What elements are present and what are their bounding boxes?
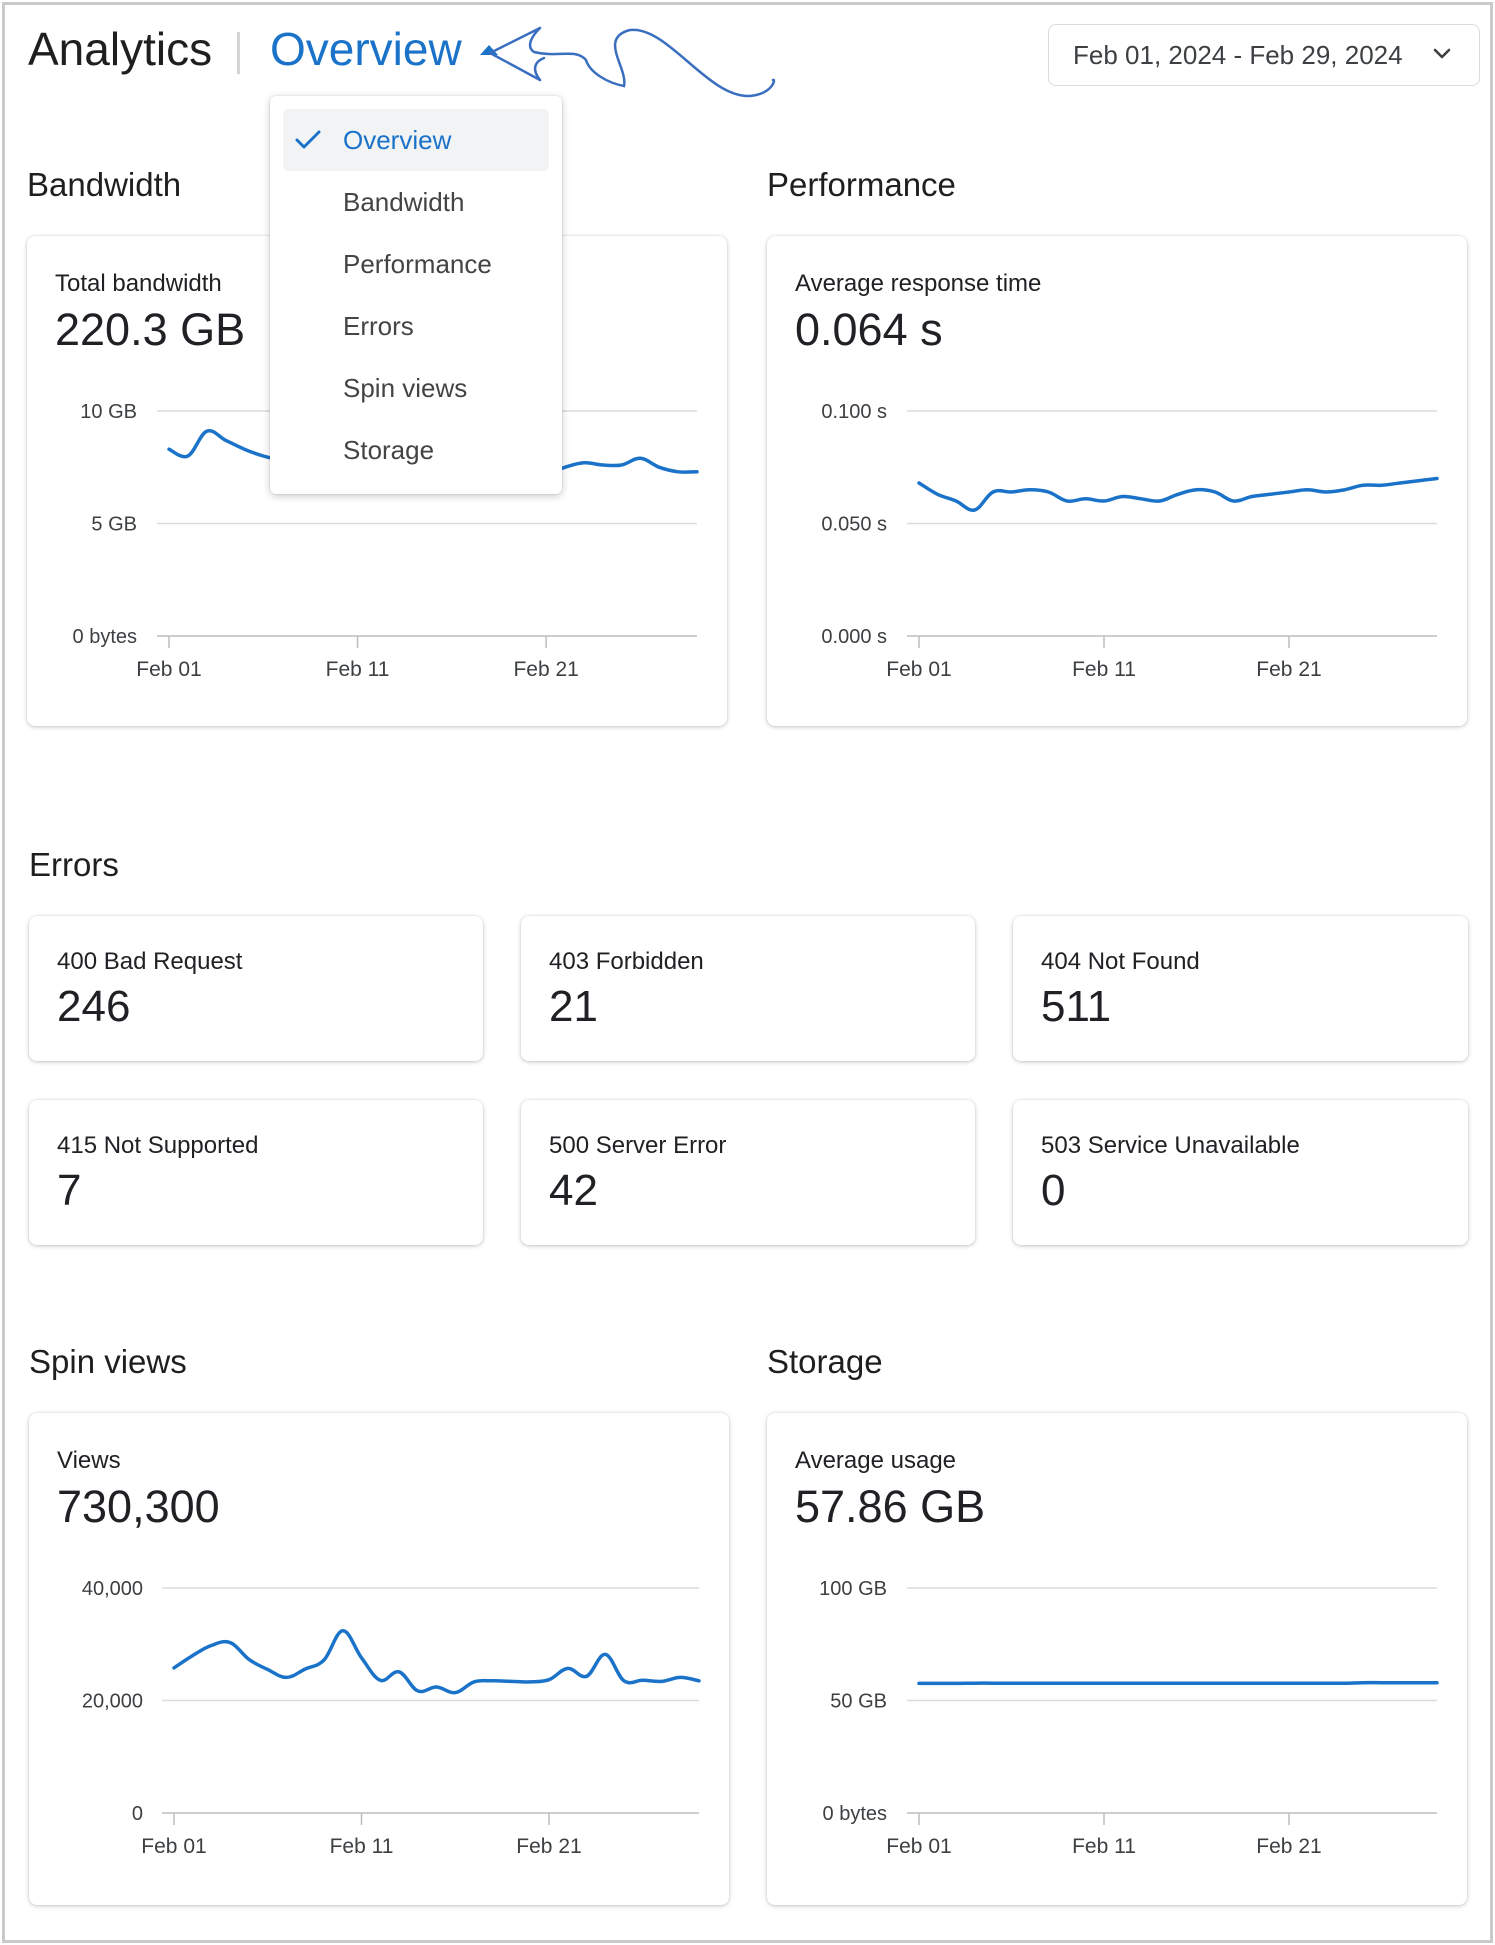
error-count: 0 [1041,1166,1066,1215]
y-tick-label: 0 bytes [73,626,137,648]
y-tick-label: 0 bytes [823,1803,887,1825]
analytics-page: Analytics Overview Feb 01, 2024 - Feb 29… [0,0,1495,1945]
chevron-down-icon [1433,48,1451,59]
error-count: 246 [57,982,131,1031]
y-tick-label: 100 GB [819,1578,887,1600]
error-label: 415 Not Supported [57,1132,259,1159]
x-tick-label: Feb 21 [1256,1835,1321,1858]
spin-views-card: Views 730,300 0 20,000 40,000 Feb 01 Feb 11 F… [29,1413,729,1905]
y-tick-label: 50 GB [830,1691,887,1713]
y-tick-label: 0.100 s [821,401,887,423]
annotation-arrow-icon [488,26,776,98]
x-tick-label: Feb 21 [1256,658,1321,681]
dropdown-item-label: Storage [343,434,435,465]
series-line [917,476,1439,512]
y-tick-label: 0.050 s [821,514,887,536]
check-icon [295,130,321,149]
section-title-spin-views: Spin views [29,1343,187,1380]
error-card-404: 404 Not Found 511 [1013,916,1468,1061]
error-card-415: 415 Not Supported 7 [29,1100,483,1245]
dropdown-item-label: Spin views [343,372,468,403]
series-line [917,1680,1439,1686]
x-tick-label: Feb 11 [1072,658,1136,681]
date-range-picker[interactable]: Feb 01, 2024 - Feb 29, 2024 [1048,24,1480,86]
section-title-performance: Performance [767,166,956,203]
dropdown-item-label: Overview [343,124,452,155]
header-divider [237,32,240,74]
section-title-bandwidth: Bandwidth [27,166,182,203]
section-title-storage: Storage [767,1343,883,1380]
error-card-403: 403 Forbidden 21 [521,916,975,1061]
section-selector-label: Overview [270,23,462,75]
dropdown-item-overview[interactable]: Overview [283,109,549,171]
x-tick-label: Feb 01 [136,658,201,681]
storage-card: Average usage 57.86 GB 0 bytes 50 GB 100 G… [767,1413,1467,1905]
error-count: 7 [57,1166,82,1215]
series-line [172,1629,701,1695]
storage-chart: 0 bytes 50 GB 100 GB Feb 01 Feb 11 Feb 21 [819,1578,1439,1858]
performance-chart: 0.000 s 0.050 s 0.100 s Feb 01 Feb 11 Feb 21 [821,401,1439,681]
dropdown-item-storage[interactable]: Storage [283,419,549,481]
error-count: 21 [549,982,598,1031]
error-label: 400 Bad Request [57,948,243,975]
x-tick-label: Feb 01 [886,1835,951,1858]
dropdown-item-errors[interactable]: Errors [283,295,549,357]
dropdown-item-bandwidth[interactable]: Bandwidth [283,171,549,233]
app-title: Analytics [28,23,213,75]
date-range-label: Feb 01, 2024 - Feb 29, 2024 [1073,39,1403,70]
error-card-503: 503 Service Unavailable 0 [1013,1100,1468,1245]
x-tick-label: Feb 01 [886,658,951,681]
y-tick-label: 0.000 s [821,626,887,648]
section-title-errors: Errors [29,846,119,883]
performance-card: Average response time 0.064 s 0.000 s 0.0… [767,236,1467,726]
x-tick-label: Feb 21 [516,1835,581,1858]
x-tick-label: Feb 11 [1072,1835,1136,1858]
y-tick-label: 20,000 [82,1691,143,1713]
spin-views-chart: 0 20,000 40,000 Feb 01 Feb 11 Feb 21 [82,1578,701,1858]
dropdown-item-label: Bandwidth [343,186,465,217]
dropdown-item-spin-views[interactable]: Spin views [283,357,549,419]
dropdown-item-label: Errors [343,310,414,341]
y-tick-label: 5 GB [91,514,137,536]
error-count: 511 [1041,982,1112,1031]
x-tick-label: Feb 01 [141,1835,206,1858]
error-label: 503 Service Unavailable [1041,1132,1300,1159]
error-label: 500 Server Error [549,1132,727,1159]
x-tick-label: Feb 11 [326,658,390,681]
section-dropdown-menu: Overview Bandwidth Performance Errors Sp… [270,96,562,494]
error-label: 404 Not Found [1041,948,1200,975]
y-tick-label: 40,000 [82,1578,143,1600]
dropdown-item-performance[interactable]: Performance [283,233,549,295]
x-tick-label: Feb 21 [513,658,578,681]
error-label: 403 Forbidden [549,948,704,975]
section-selector[interactable]: Overview [270,22,498,76]
x-tick-label: Feb 11 [330,1835,394,1858]
error-card-400: 400 Bad Request 246 [29,916,483,1061]
y-tick-label: 10 GB [80,401,137,423]
error-count: 42 [549,1166,598,1215]
y-tick-label: 0 [132,1803,143,1825]
error-card-500: 500 Server Error 42 [521,1100,975,1245]
dropdown-item-label: Performance [343,248,492,279]
